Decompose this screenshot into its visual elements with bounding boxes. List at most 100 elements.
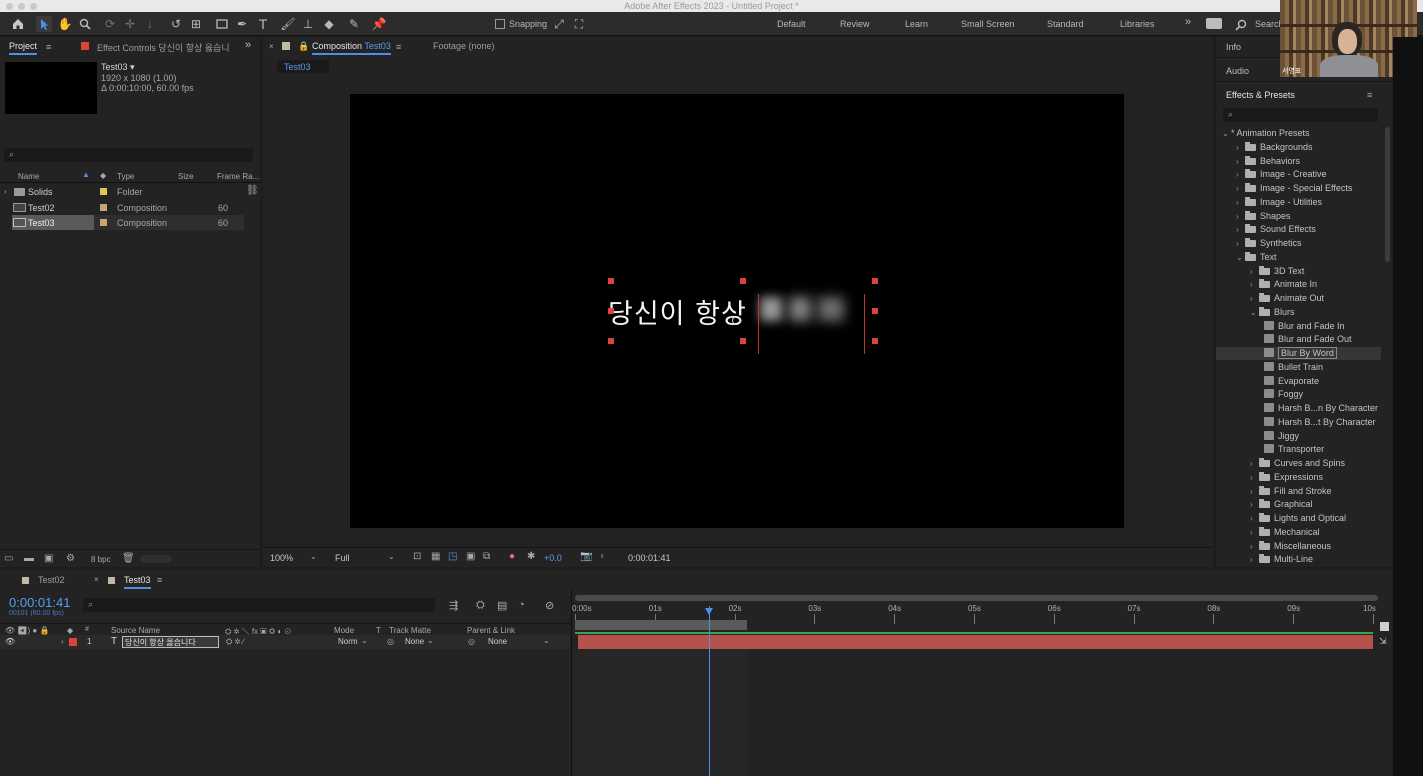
snap-options-icon[interactable]: ⤢ xyxy=(551,16,567,32)
region-of-interest-icon[interactable]: ⊡ xyxy=(413,551,421,562)
project-row-selected[interactable]: Test03 Composition 60 xyxy=(0,215,260,230)
grid-guides-icon[interactable]: ▣ xyxy=(466,551,475,562)
effects-folder-item[interactable]: › Mechanical xyxy=(1250,526,1320,539)
chevron-right-icon[interactable]: › xyxy=(1250,278,1259,291)
layer-name-field[interactable]: 당신이 항상 옳습니다 xyxy=(122,636,219,648)
playhead[interactable] xyxy=(709,606,711,776)
label-color-swatch[interactable] xyxy=(100,204,107,211)
parent-select[interactable]: None xyxy=(488,637,507,646)
effects-search-input[interactable]: ⌕ xyxy=(1223,108,1378,122)
effects-folder-item[interactable]: › Image - Creative xyxy=(1236,168,1327,181)
orbit-tool-icon[interactable]: ⟳ xyxy=(102,16,118,32)
bounding-handle[interactable] xyxy=(608,338,614,344)
column-parent[interactable]: Parent & Link xyxy=(467,626,515,635)
tab-effect-controls[interactable]: Effect Controls 당신이 항상 옳습니 xyxy=(97,41,232,54)
visibility-eye-icon[interactable]: 👁 xyxy=(5,637,15,646)
effects-preset-item[interactable]: Blur and Fade Out xyxy=(1264,333,1352,346)
effects-preset-item[interactable]: Foggy xyxy=(1264,388,1303,401)
chevron-right-icon[interactable]: › xyxy=(1250,553,1259,566)
draft-3d-icon[interactable]: ⛭ xyxy=(476,599,485,612)
chevron-right-icon[interactable]: › xyxy=(1250,265,1259,278)
column-track-matte[interactable]: Track Matte xyxy=(389,626,431,635)
effects-preset-item[interactable]: Evaporate xyxy=(1264,375,1319,388)
layer-switches[interactable]: ⛭ ✲ ∕ xyxy=(226,637,244,647)
effects-folder-item[interactable]: › Expressions xyxy=(1250,471,1323,484)
snap-extend-icon[interactable]: ⛶ xyxy=(571,16,587,32)
effects-folder-item[interactable]: › Fill and Stroke xyxy=(1250,485,1332,498)
roto-brush-tool-icon[interactable]: ✎ xyxy=(346,16,362,32)
puppet-pin-tool-icon[interactable]: 📌 xyxy=(371,16,387,32)
fast-previews-icon[interactable]: ⧉ xyxy=(483,551,490,562)
effects-folder-item[interactable]: › Graphical xyxy=(1250,498,1313,511)
effects-folder-item[interactable]: ⌄ Text xyxy=(1236,251,1277,264)
effects-folder-item[interactable]: › Image - Utilities xyxy=(1236,196,1322,209)
work-area-bar[interactable] xyxy=(575,620,747,630)
chevron-right-icon[interactable]: › xyxy=(1250,498,1259,511)
chevron-right-icon[interactable]: › xyxy=(1250,292,1259,305)
chevron-right-icon[interactable]: › xyxy=(1236,141,1245,154)
hand-tool-icon[interactable]: ✋ xyxy=(57,16,73,32)
transparency-grid-icon[interactable]: ▦ xyxy=(431,551,440,562)
effects-preset-item[interactable]: Bullet Train xyxy=(1264,361,1323,374)
effects-folder-item[interactable]: › Animate In xyxy=(1250,278,1317,291)
project-menu-icon[interactable]: ≡ xyxy=(46,42,51,52)
project-row[interactable]: › Solids Folder xyxy=(0,184,260,199)
bounding-handle[interactable] xyxy=(608,308,614,314)
brush-tool-icon[interactable]: 🖌 xyxy=(280,16,296,32)
workspace-small-screen[interactable]: Small Screen xyxy=(961,19,1015,29)
chevron-down-icon[interactable]: ⌄ xyxy=(1250,306,1259,319)
column-mode[interactable]: Mode xyxy=(334,626,354,635)
rotation-tool-icon[interactable]: ↺ xyxy=(168,16,184,32)
chevron-right-icon[interactable]: › xyxy=(1250,457,1259,470)
effects-preset-item[interactable]: Blur By Word xyxy=(1216,347,1381,360)
time-navigator-range[interactable] xyxy=(575,595,1378,601)
project-row[interactable]: Test02 Composition 60 xyxy=(0,200,260,215)
motion-blur-icon[interactable]: ◔ xyxy=(518,599,525,611)
bounding-handle[interactable] xyxy=(872,278,878,284)
track-matte-select[interactable]: None xyxy=(405,637,424,646)
new-composition-icon[interactable]: ▣ xyxy=(44,553,53,564)
expand-layer-icon[interactable]: › xyxy=(61,637,64,646)
item-name[interactable]: Test03 ▾ xyxy=(101,62,135,73)
bounding-handle[interactable] xyxy=(872,308,878,314)
frame-blending-icon[interactable]: ▤ xyxy=(497,599,507,612)
effects-folder-item[interactable]: › Animate Out xyxy=(1250,292,1324,305)
chevron-right-icon[interactable]: › xyxy=(1236,237,1245,250)
exposure-value[interactable]: +0.0 xyxy=(544,553,562,563)
home-icon[interactable] xyxy=(10,16,26,32)
effects-menu-icon[interactable]: ≡ xyxy=(1367,90,1372,100)
effects-folder-item[interactable]: › Curves and Spins xyxy=(1250,457,1345,470)
tab-project[interactable]: Project xyxy=(9,41,38,55)
minimize-window-icon[interactable] xyxy=(18,3,25,10)
chevron-right-icon[interactable]: › xyxy=(1236,155,1245,168)
tab-composition[interactable]: Composition Test03 xyxy=(312,41,391,55)
tab-footage[interactable]: Footage (none) xyxy=(433,41,495,51)
thumbnail-slider[interactable] xyxy=(140,555,172,563)
type-tool-icon[interactable]: T xyxy=(255,16,271,32)
expand-panels-icon[interactable]: » xyxy=(245,39,251,51)
effects-scrollbar[interactable] xyxy=(1385,127,1390,262)
effects-folder-item[interactable]: › Miscellaneous xyxy=(1250,540,1331,553)
zoom-window-icon[interactable] xyxy=(30,3,37,10)
close-window-icon[interactable] xyxy=(6,3,13,10)
bounding-handle[interactable] xyxy=(608,278,614,284)
workspace-review[interactable]: Review xyxy=(840,19,870,29)
effects-preset-item[interactable]: Harsh B...n By Character xyxy=(1264,402,1378,415)
timeline-tab-test02[interactable]: Test02 xyxy=(38,575,65,585)
exposure-reset-icon[interactable]: ✱ xyxy=(527,551,535,562)
chevron-right-icon[interactable]: › xyxy=(1250,526,1259,539)
viewer-timecode[interactable]: 0:00:01:41 xyxy=(628,553,671,563)
bit-depth-label[interactable]: 8 bpc xyxy=(91,555,111,564)
chevron-right-icon[interactable]: › xyxy=(1236,168,1245,181)
layer-label-color[interactable] xyxy=(69,638,77,646)
bounding-handle[interactable] xyxy=(740,338,746,344)
effects-folder-item[interactable]: › Sound Effects xyxy=(1236,223,1316,236)
chevron-right-icon[interactable]: › xyxy=(1250,512,1259,525)
timeline-tab-test03[interactable]: Test03 xyxy=(124,575,151,589)
effects-folder-item[interactable]: ⌄ Blurs xyxy=(1250,306,1295,319)
layer-row[interactable]: 👁 › 1 T 당신이 항상 옳습니다 ⛭ ✲ ∕ Norm ⌄ ◎ None … xyxy=(0,635,570,649)
interpret-footage-icon[interactable]: ▭ xyxy=(4,553,13,564)
layer-end-handle-icon[interactable]: ⇲ xyxy=(1379,636,1387,647)
column-size[interactable]: Size xyxy=(178,172,194,181)
playhead-handle[interactable] xyxy=(705,608,714,615)
